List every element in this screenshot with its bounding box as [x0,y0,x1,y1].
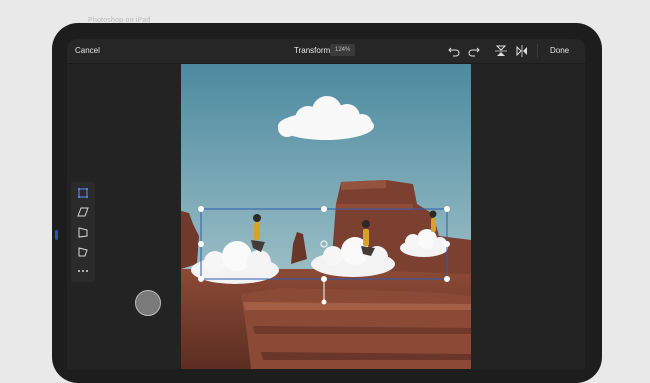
more-icon[interactable] [76,264,90,278]
canvas-area [67,64,585,369]
tool-rail [71,182,95,282]
cancel-button[interactable]: Cancel [75,46,100,55]
undo-icon[interactable] [447,44,461,58]
top-toolbar: Cancel Transform 124% Done [67,39,585,64]
done-button[interactable]: Done [550,46,569,55]
canvas-photo[interactable] [181,64,471,369]
toolbar-divider [537,44,538,58]
zoom-level[interactable]: 124% [330,44,356,56]
perspective-icon[interactable] [76,225,90,239]
redo-icon[interactable] [467,44,481,58]
flip-horizontal-icon[interactable] [515,44,529,58]
app-screen: Cancel Transform 124% Done [67,39,585,369]
transform-title: Transform [294,46,331,55]
desert-cloud-image [181,64,471,369]
distort-icon[interactable] [76,205,90,219]
device-side-button [55,230,58,240]
warp-icon[interactable] [76,245,90,259]
rectangle-select-icon[interactable] [76,186,90,200]
flip-vertical-icon[interactable] [494,44,508,58]
color-puck[interactable] [135,290,161,316]
